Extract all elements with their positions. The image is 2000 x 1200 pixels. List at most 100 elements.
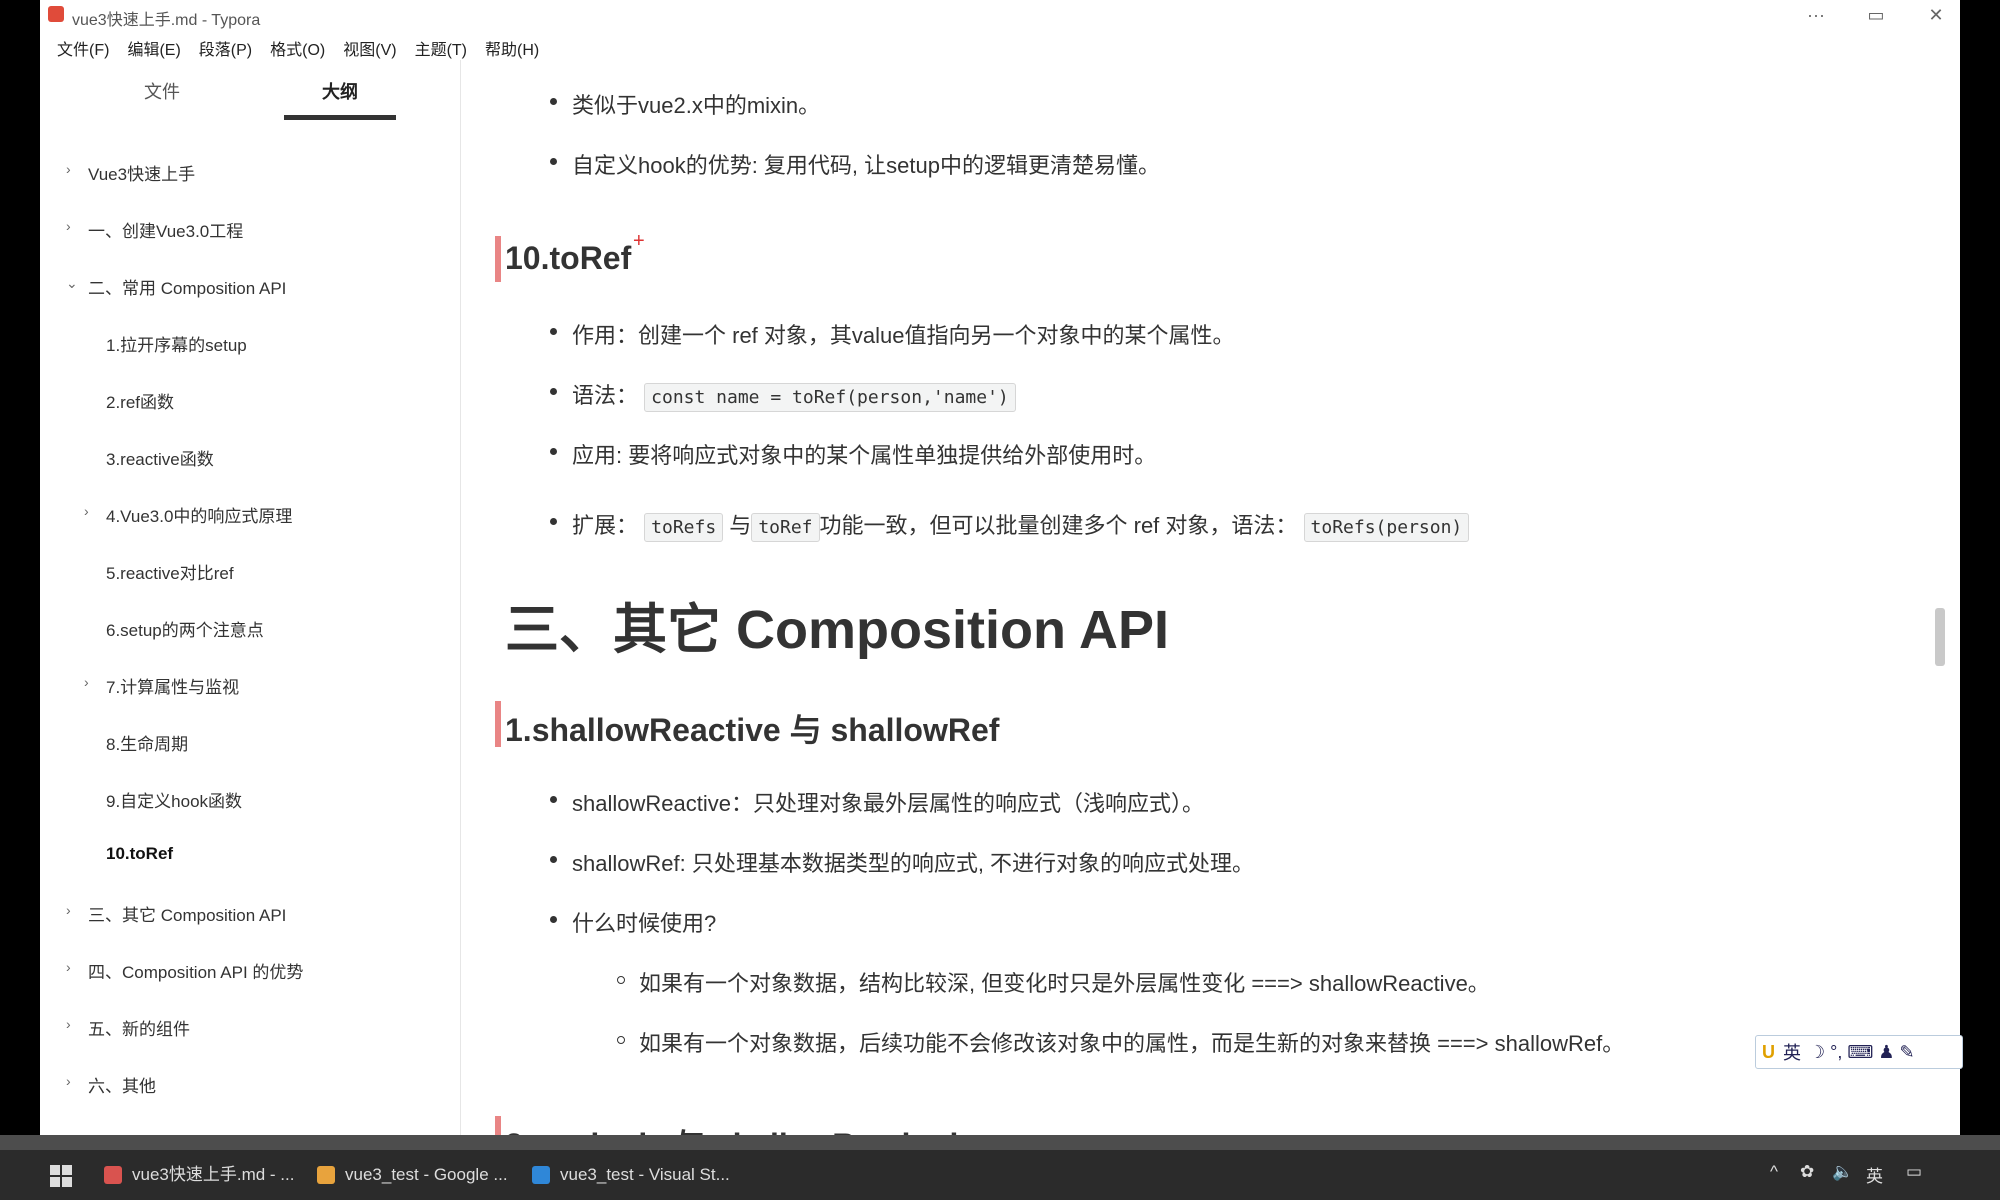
outline-item-label: 3.reactive函数 xyxy=(106,450,214,469)
chevron-right-icon[interactable]: › xyxy=(84,503,89,519)
outline-item-label: 5.reactive对比ref xyxy=(106,564,234,583)
outline-item-label: 10.toRef xyxy=(106,844,174,863)
chevron-right-icon[interactable]: › xyxy=(66,161,71,177)
heading-accent-bar xyxy=(495,1116,501,1135)
close-button[interactable]: ✕ xyxy=(1908,2,1960,28)
heading-other-composition-api: 三、其它 Composition API xyxy=(505,600,1169,660)
outline-item-label: 7.计算属性与监视 xyxy=(106,678,240,697)
menu-file[interactable]: 文件(F) xyxy=(48,30,118,60)
window-title: vue3快速上手.md - Typora xyxy=(72,12,261,29)
bullet-icon xyxy=(550,856,557,863)
cursor-icon: + xyxy=(633,230,645,252)
tray-chevron-icon[interactable]: ^ xyxy=(1770,1162,1778,1182)
outline-item-label: 六、其他 xyxy=(88,1077,156,1096)
outline-item[interactable]: › 四、Composition API 的优势 xyxy=(40,943,460,1000)
tab-files[interactable]: 文件 xyxy=(144,78,180,104)
outline-item-label: 四、Composition API 的优势 xyxy=(88,963,304,982)
taskbar-item-label: vue3_test - Visual St... xyxy=(560,1165,730,1184)
outline-item[interactable]: 2.ref函数 xyxy=(40,373,460,430)
active-tab-indicator xyxy=(284,115,396,120)
outline-item-label: Vue3快速上手 xyxy=(88,165,196,184)
chevron-right-icon[interactable]: › xyxy=(66,1016,71,1032)
outline-item-label: 8.生命周期 xyxy=(106,735,189,754)
outline-item-label: 三、其它 Composition API xyxy=(88,906,287,925)
taskbar-app-icon xyxy=(317,1166,335,1184)
outline-item[interactable]: 1.拉开序幕的setup xyxy=(40,316,460,373)
outline-list: › Vue3快速上手 › 一、创建Vue3.0工程 ⌄ 二、常用 Composition … xyxy=(40,145,460,1114)
bullet-icon xyxy=(550,98,557,105)
outline-item-label: 一、创建Vue3.0工程 xyxy=(88,222,244,241)
taskbar-item-label: vue3_test - Google ... xyxy=(345,1165,508,1184)
heading-accent-bar xyxy=(495,701,501,747)
bullet-icon xyxy=(550,916,557,923)
menu-theme[interactable]: 主题(T) xyxy=(406,30,476,60)
bullet-icon xyxy=(550,158,557,165)
ime-logo-icon: U xyxy=(1762,1041,1775,1062)
outline-item-label: 6.setup的两个注意点 xyxy=(106,621,264,640)
ime-tools-icon[interactable]: ☽ °, ⌨ ♟ ✎ xyxy=(1809,1042,1915,1063)
outline-item[interactable]: 10.toRef xyxy=(40,829,460,886)
outline-item[interactable]: 9.自定义hook函数 xyxy=(40,772,460,829)
outline-item[interactable]: 3.reactive函数 xyxy=(40,430,460,487)
volume-icon[interactable]: 🔈 xyxy=(1832,1162,1853,1182)
bullet-icon xyxy=(550,518,557,525)
sub-bullet-icon xyxy=(617,1036,625,1044)
outline-item[interactable]: › 六、其他 xyxy=(40,1057,460,1114)
outline-item[interactable]: 8.生命周期 xyxy=(40,715,460,772)
bullet-icon xyxy=(550,328,557,335)
outline-item[interactable]: 6.setup的两个注意点 xyxy=(40,601,460,658)
outline-item[interactable]: ⌄ 二、常用 Composition API xyxy=(40,259,460,316)
inline-code: const name = toRef(person,'name') xyxy=(644,383,1016,412)
taskbar-item[interactable]: vue3_test - Visual St... xyxy=(530,1158,730,1192)
taskbar-item[interactable]: vue3_test - Google ... xyxy=(315,1158,508,1192)
outline-item[interactable]: › 五、新的组件 xyxy=(40,1000,460,1057)
chevron-right-icon[interactable]: › xyxy=(66,902,71,918)
chevron-right-icon[interactable]: › xyxy=(84,674,89,690)
bullet-icon xyxy=(550,796,557,803)
editor-scrollbar[interactable] xyxy=(1935,608,1945,666)
outline-item-label: 五、新的组件 xyxy=(88,1020,190,1039)
inline-code: toRefs xyxy=(644,513,724,542)
bullet-icon xyxy=(550,448,557,455)
sidebar-tabs: 文件 大纲 xyxy=(40,60,460,125)
sidebar: 文件 大纲 › Vue3快速上手 › 一、创建Vue3.0工程 ⌄ 二、常用 Compos… xyxy=(40,60,461,1135)
menu-help[interactable]: 帮助(H) xyxy=(476,30,548,60)
menu-view[interactable]: 视图(V) xyxy=(334,30,405,60)
outline-item-label: 二、常用 Composition API xyxy=(88,279,287,298)
outline-item-label: 9.自定义hook函数 xyxy=(106,792,243,811)
taskbar-item[interactable]: vue3快速上手.md - ... xyxy=(102,1158,294,1192)
outline-item[interactable]: › Vue3快速上手 xyxy=(40,145,460,202)
inline-code: toRefs(person) xyxy=(1303,513,1470,542)
outline-item-label: 2.ref函数 xyxy=(106,393,175,412)
heading-readonly: 2.readonly 与 shallowReadonly xyxy=(495,1116,976,1135)
tray-app-icon[interactable]: ✿ xyxy=(1800,1162,1814,1182)
heading-accent-bar xyxy=(495,236,501,282)
ime-lang-label[interactable]: 英 xyxy=(1783,1039,1801,1065)
outline-item[interactable]: › 7.计算属性与监视 xyxy=(40,658,460,715)
bullet-icon xyxy=(550,388,557,395)
menu-bar: 文件(F) 编辑(E) 段落(P) 格式(O) 视图(V) 主题(T) 帮助(H… xyxy=(40,30,548,60)
outline-item[interactable]: › 4.Vue3.0中的响应式原理 xyxy=(40,487,460,544)
menu-paragraph[interactable]: 段落(P) xyxy=(190,30,261,60)
tray-lang[interactable]: 英 xyxy=(1866,1162,1883,1187)
chevron-right-icon[interactable]: › xyxy=(66,1073,71,1089)
outline-item[interactable]: 5.reactive对比ref xyxy=(40,544,460,601)
restore-button[interactable]: ▭ xyxy=(1848,2,1904,28)
tab-outline[interactable]: 大纲 xyxy=(322,78,358,104)
chevron-down-icon[interactable]: ⌄ xyxy=(66,275,78,292)
notification-icon[interactable]: ▭ xyxy=(1906,1162,1922,1182)
typora-app-icon xyxy=(48,6,64,22)
windows-start-icon[interactable] xyxy=(50,1165,72,1187)
editor-pane[interactable]: 类似于vue2.x中的mixin。 自定义hook的优势: 复用代码, 让set… xyxy=(465,60,1945,1135)
outline-item[interactable]: › 三、其它 Composition API xyxy=(40,886,460,943)
minimize-button[interactable]: ··· xyxy=(1788,2,1844,28)
ime-toolbar[interactable]: U 英 ☽ °, ⌨ ♟ ✎ xyxy=(1755,1035,1963,1069)
chevron-right-icon[interactable]: › xyxy=(66,218,71,234)
typora-window: vue3快速上手.md - Typora ··· ▭ ✕ 文件(F) 编辑(E)… xyxy=(40,0,1960,1135)
chevron-right-icon[interactable]: › xyxy=(66,959,71,975)
taskbar-app-icon xyxy=(104,1166,122,1184)
outline-item[interactable]: › 一、创建Vue3.0工程 xyxy=(40,202,460,259)
menu-format[interactable]: 格式(O) xyxy=(261,30,334,60)
menu-edit[interactable]: 编辑(E) xyxy=(118,30,189,60)
title-bar: vue3快速上手.md - Typora ··· ▭ ✕ xyxy=(40,0,1960,30)
